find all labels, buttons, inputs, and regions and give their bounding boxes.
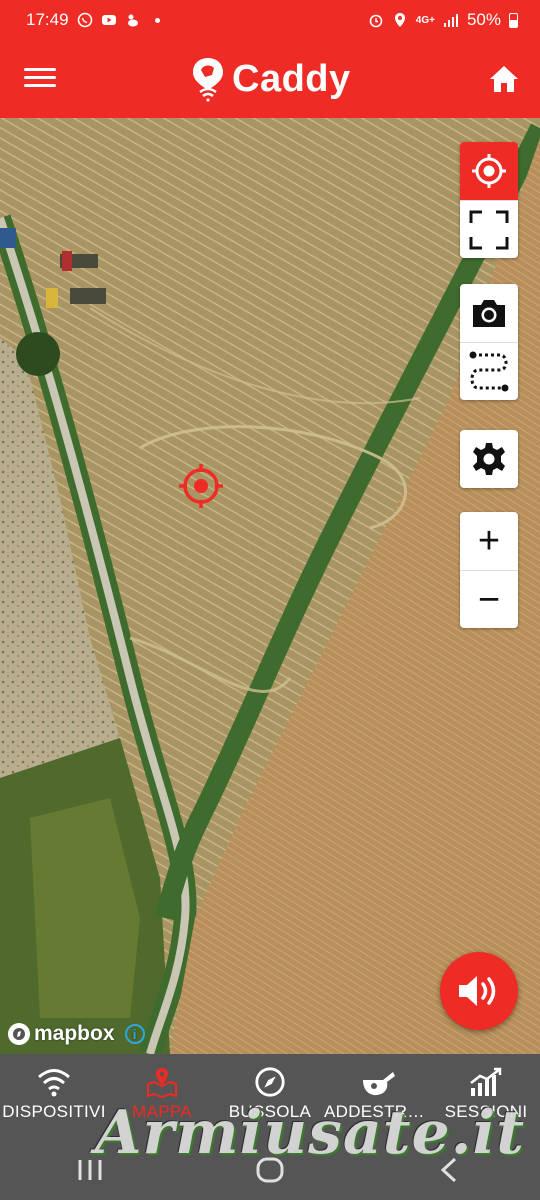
zoom-out-button[interactable]: −: [460, 570, 518, 628]
nav-item-dispositivi[interactable]: DISPOSITIVI: [0, 1054, 108, 1134]
control-group-tools: [460, 284, 518, 400]
crosshair-icon: [472, 154, 506, 188]
home-icon[interactable]: [488, 64, 520, 94]
signal-icon: [443, 14, 458, 27]
status-bar: 17:49 4G+ 50%: [0, 0, 540, 40]
battery-percent: 50%: [466, 10, 501, 29]
map-view[interactable]: + − mapbox i: [0, 118, 540, 1054]
mapbox-label: mapbox: [34, 1022, 115, 1045]
control-group-settings: [460, 430, 518, 488]
nav-label-dispositivi: DISPOSITIVI: [2, 1102, 106, 1121]
status-left: 17:49: [26, 10, 160, 30]
youtube-icon: [101, 15, 116, 25]
settings-button[interactable]: [460, 430, 518, 488]
brand: Caddy: [190, 54, 351, 104]
satellite-map[interactable]: [0, 118, 540, 1054]
caddy-logo-icon: [193, 58, 223, 102]
camera-button[interactable]: [460, 284, 518, 342]
gear-icon: [473, 443, 505, 475]
fullscreen-button[interactable]: [460, 200, 518, 258]
whatsapp-icon: [77, 12, 92, 28]
zoom-in-button[interactable]: +: [460, 512, 518, 570]
route-icon: [469, 351, 509, 391]
whistle-icon: [363, 1072, 395, 1096]
duck-icon: [127, 14, 138, 27]
control-group-zoom: + −: [460, 512, 518, 628]
mapbox-attribution: mapbox i: [8, 1022, 145, 1046]
chart-icon: [470, 1067, 502, 1096]
location-icon: [394, 13, 405, 27]
sound-button[interactable]: [440, 952, 518, 1030]
speaker-icon: [459, 976, 496, 1006]
zoom-out-label: −: [477, 578, 501, 621]
app-title: Caddy: [232, 57, 351, 100]
status-time: 17:49: [26, 10, 69, 29]
locate-button[interactable]: [460, 142, 518, 200]
mapbox-logo-icon: [8, 1023, 30, 1045]
watermark: Armiusate.it: [95, 1098, 526, 1168]
info-button[interactable]: i: [124, 1024, 145, 1044]
wifi-icon: [38, 1069, 70, 1097]
app-bar: Caddy: [0, 40, 540, 118]
network-type: 4G+: [415, 14, 435, 26]
camera-icon: [473, 300, 505, 327]
control-group-view: [460, 142, 518, 258]
zoom-in-label: +: [477, 520, 501, 562]
route-button[interactable]: [460, 342, 518, 400]
alarm-icon: [369, 14, 383, 28]
status-right: 4G+ 50%: [368, 10, 518, 30]
menu-button[interactable]: [22, 64, 58, 94]
compass-icon: [255, 1067, 285, 1097]
target-marker-icon[interactable]: [178, 463, 224, 509]
map-pin-icon: [147, 1068, 177, 1098]
notification-dot: [154, 17, 160, 23]
battery-icon: [509, 12, 518, 28]
fullscreen-icon: [469, 210, 509, 249]
